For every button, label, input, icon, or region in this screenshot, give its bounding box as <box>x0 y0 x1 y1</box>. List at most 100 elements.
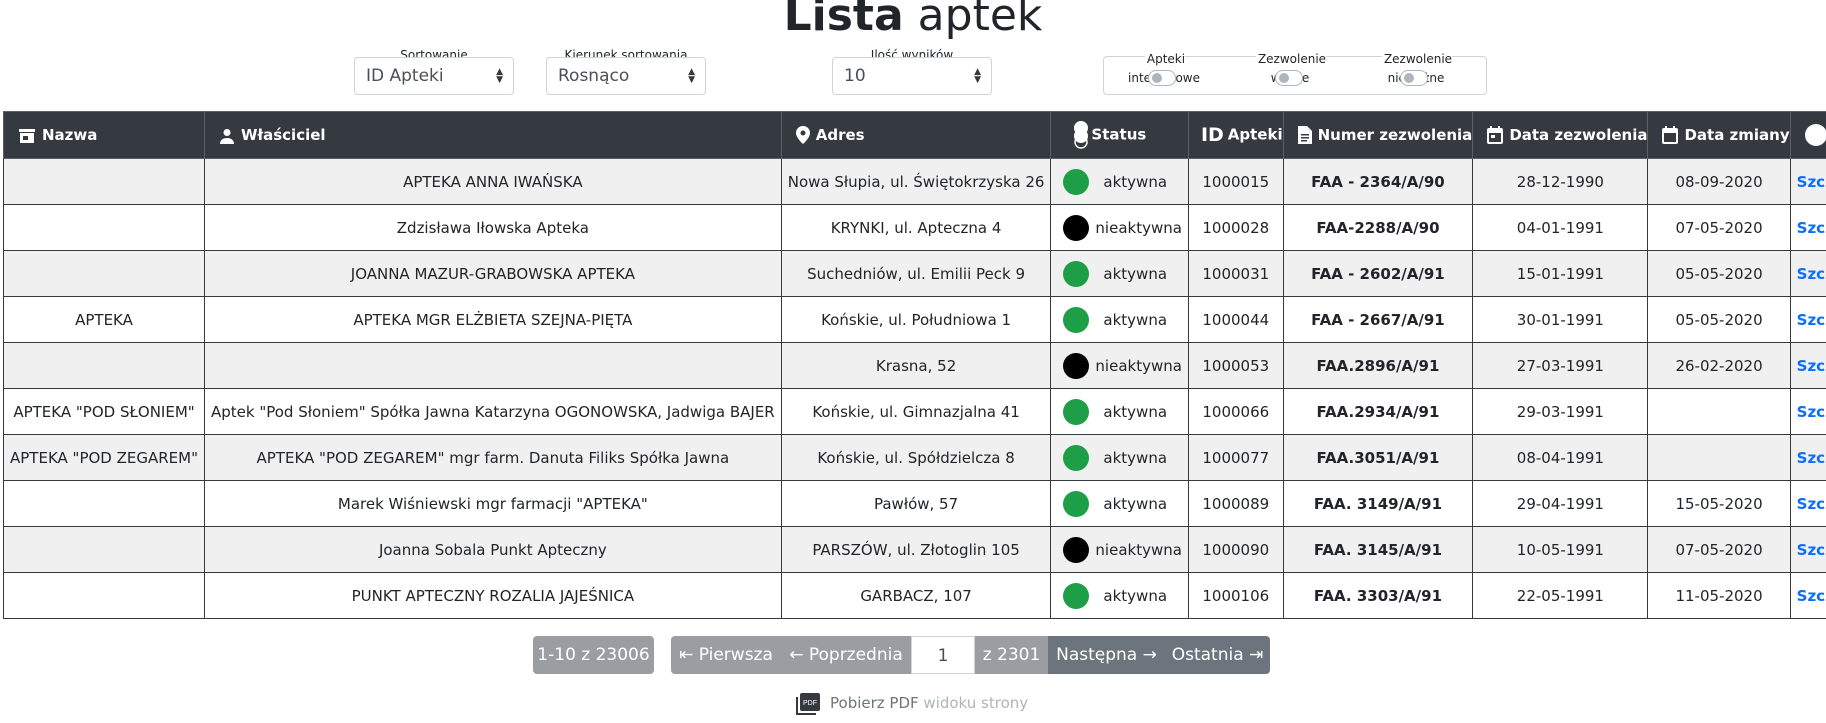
details-link[interactable]: Szczegóły <box>1797 541 1826 559</box>
location-pin-icon <box>795 126 810 145</box>
status-text: aktywna <box>1103 402 1168 421</box>
status-dot-icon <box>1063 214 1090 241</box>
cell-numer: FAA. 3145/A/91 <box>1282 526 1474 573</box>
details-link[interactable]: Szczegóły <box>1797 587 1826 605</box>
pdf-icon: PDF <box>796 692 820 715</box>
col-data-zmiany[interactable]: Data zmiany <box>1647 111 1791 159</box>
next-page-button[interactable]: Następna → <box>1048 636 1165 674</box>
direction-select[interactable]: Rosnąco ▲ ▼ <box>546 57 706 95</box>
cell-nazwa: APTEKA <box>3 296 205 343</box>
col-actions <box>1789 111 1826 159</box>
page-total: z 2301 <box>975 636 1048 674</box>
cell-wlasciciel: PUNKT APTECZNY ROZALIA JAJEŚNICA <box>204 572 782 619</box>
col-id[interactable]: ID Apteki <box>1187 111 1284 159</box>
status-text: nieaktywna <box>1095 540 1182 559</box>
page-title: Lista aptek <box>0 0 1826 46</box>
prev-page-button[interactable]: ← Poprzednia <box>781 636 911 674</box>
col-numer[interactable]: Numer zezwolenia <box>1282 111 1474 159</box>
cell-numer: FAA - 2667/A/91 <box>1282 296 1474 343</box>
cell-actions: Szczegóły <box>1789 480 1826 527</box>
col-wlasciciel-label: Właściciel <box>241 126 326 144</box>
details-link[interactable]: Szczegóły <box>1797 173 1826 191</box>
cell-data-zmiany: 07-05-2020 <box>1647 526 1791 573</box>
cell-nazwa <box>3 572 205 619</box>
toggle-internet-switch[interactable] <box>1148 70 1176 86</box>
person-icon <box>220 128 234 144</box>
cell-numer: FAA-2288/A/90 <box>1282 204 1474 251</box>
pdf-link-rest: widoku strony <box>923 694 1029 712</box>
cell-adres: Suchedniów, ul. Emilii Peck 9 <box>780 250 1052 297</box>
cell-id: 1000106 <box>1187 572 1284 619</box>
cell-numer: FAA. 3149/A/91 <box>1282 480 1474 527</box>
col-status[interactable]: Status <box>1050 111 1189 159</box>
cell-data-zezwolenia: 22-05-1991 <box>1472 572 1649 619</box>
cell-nazwa <box>3 204 205 251</box>
cell-data-zmiany <box>1647 434 1791 481</box>
cell-status: aktywna <box>1050 434 1189 481</box>
page-number-input[interactable]: 1 <box>911 636 975 674</box>
first-page-button[interactable]: ⇤ Pierwsza <box>671 636 781 674</box>
col-numer-label: Numer zezwolenia <box>1317 125 1473 144</box>
table-row: Marek Wiśniewski mgr farmacji "APTEKA" Pa… <box>3 480 1826 527</box>
cell-status: aktywna <box>1050 388 1189 435</box>
col-adres-label: Adres <box>815 125 865 144</box>
col-nazwa[interactable]: Nazwa <box>3 111 205 159</box>
status-text: aktywna <box>1103 494 1168 513</box>
last-page-button[interactable]: Ostatnia ⇥ <box>1165 636 1270 674</box>
sort-select-value: ID Apteki <box>366 66 444 86</box>
cell-data-zmiany: 05-05-2020 <box>1647 296 1791 343</box>
details-link[interactable]: Szczegóły <box>1797 495 1826 513</box>
select-arrows-icon: ▲ ▼ <box>496 67 503 85</box>
col-data-zezwolenia-label: Data zezwolenia <box>1509 125 1648 144</box>
status-dot-icon <box>1063 490 1090 517</box>
details-link[interactable]: Szczegóły <box>1797 265 1826 283</box>
cell-id: 1000028 <box>1187 204 1284 251</box>
cell-data-zmiany: 08-09-2020 <box>1647 158 1791 205</box>
status-dot-icon <box>1063 306 1090 333</box>
page-title-light: aptek <box>917 0 1043 41</box>
col-nazwa-label: Nazwa <box>42 126 98 144</box>
details-link[interactable]: Szczegóły <box>1797 357 1826 375</box>
toggle-invalid-switch[interactable] <box>1400 70 1428 86</box>
status-text: aktywna <box>1103 264 1168 283</box>
col-data-zezwolenia[interactable]: Data zezwolenia <box>1472 111 1649 159</box>
sort-select[interactable]: ID Apteki ▲ ▼ <box>354 57 514 95</box>
cell-id: 1000044 <box>1187 296 1284 343</box>
col-data-zmiany-label: Data zmiany <box>1684 125 1790 144</box>
col-wlasciciel[interactable]: Właściciel <box>204 111 782 159</box>
calendar-icon <box>1662 126 1679 145</box>
status-text: aktywna <box>1103 448 1168 467</box>
cell-status: nieaktywna <box>1050 342 1189 389</box>
pharmacy-table: Nazwa Właściciel Adres Status ID Apteki N… <box>3 111 1826 619</box>
details-link[interactable]: Szczegóły <box>1797 449 1826 467</box>
table-row: APTEKA APTEKA MGR ELŻBIETA SZEJNA-PIĘTA Ko… <box>3 296 1826 343</box>
switch-knob <box>1404 73 1414 83</box>
svg-text:PDF: PDF <box>803 700 817 707</box>
status-text: aktywna <box>1103 310 1168 329</box>
store-icon <box>19 128 35 143</box>
pdf-download[interactable]: PDF Pobierz PDF widoku strony <box>796 692 1028 715</box>
toggle-valid-switch[interactable] <box>1275 70 1303 86</box>
cell-wlasciciel: JOANNA MAZUR-GRABOWSKA APTEKA <box>204 250 782 297</box>
status-text: nieaktywna <box>1095 218 1182 237</box>
cell-nazwa <box>3 250 205 297</box>
cell-adres: GARBACZ, 107 <box>780 572 1052 619</box>
table-row: PUNKT APTECZNY ROZALIA JAJEŚNICA GARBACZ,… <box>3 572 1826 619</box>
table-header-row: Nazwa Właściciel Adres Status ID Apteki N… <box>3 111 1826 159</box>
toggle-status-icon <box>1074 121 1089 149</box>
col-adres[interactable]: Adres <box>780 111 1052 159</box>
cell-id: 1000090 <box>1187 526 1284 573</box>
cell-id: 1000066 <box>1187 388 1284 435</box>
details-link[interactable]: Szczegóły <box>1797 311 1826 329</box>
page-title-bold: Lista <box>783 0 904 41</box>
details-link[interactable]: Szczegóły <box>1797 219 1826 237</box>
cell-actions: Szczegóły <box>1789 572 1826 619</box>
status-text: nieaktywna <box>1095 356 1182 375</box>
count-select[interactable]: 10 ▲ ▼ <box>832 57 992 95</box>
cell-numer: FAA.2896/A/91 <box>1282 342 1474 389</box>
details-link[interactable]: Szczegóły <box>1797 403 1826 421</box>
cell-id: 1000089 <box>1187 480 1284 527</box>
cell-numer: FAA.3051/A/91 <box>1282 434 1474 481</box>
cell-status: aktywna <box>1050 480 1189 527</box>
status-dot-icon <box>1063 582 1090 609</box>
